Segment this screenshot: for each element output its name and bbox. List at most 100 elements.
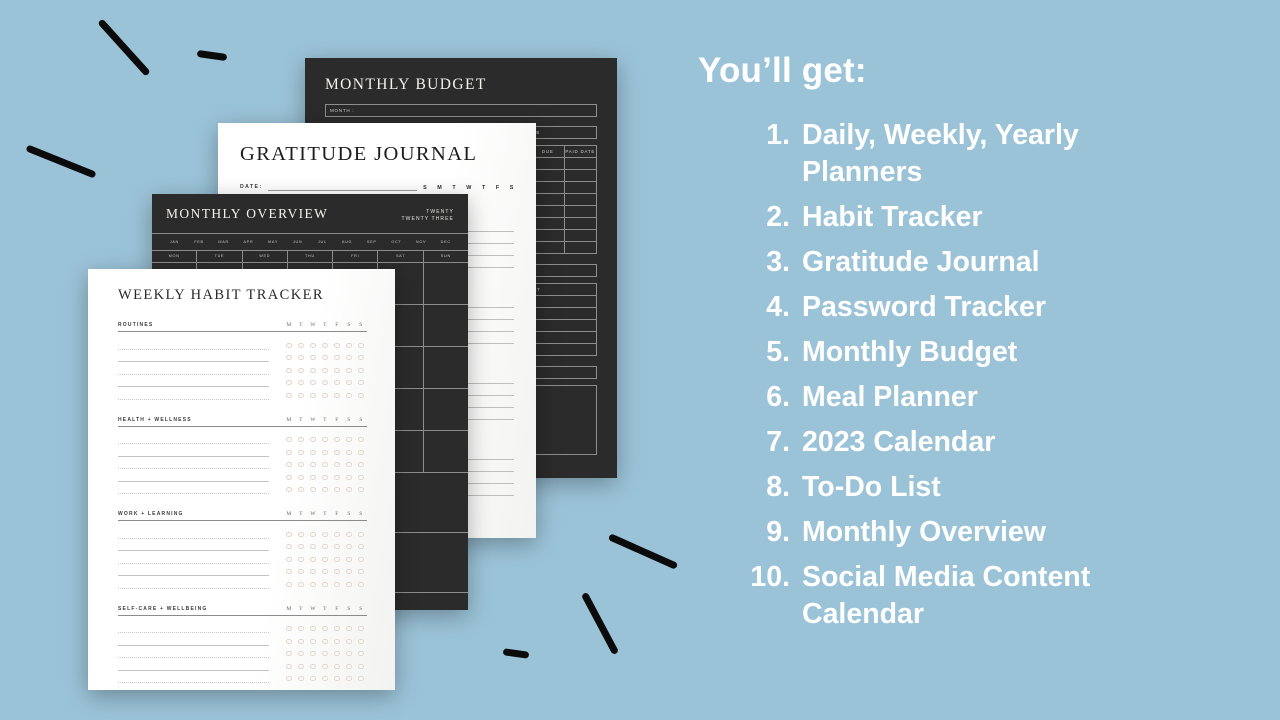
- habit-checkbox: [298, 531, 304, 537]
- day-initial: T: [299, 416, 303, 423]
- habit-checkbox: [286, 544, 292, 550]
- habit-checkbox: [310, 663, 316, 669]
- habit-checkbox-cell: [331, 581, 343, 587]
- habit-checkbox: [322, 676, 328, 682]
- habit-checkbox: [322, 342, 328, 348]
- habit-checkbox-cell: [283, 392, 295, 398]
- habit-checkbox-row: [283, 474, 367, 480]
- day-initial: S: [347, 416, 351, 423]
- habit-checkbox: [322, 487, 328, 493]
- calendar-day-cell: [424, 263, 468, 304]
- date-line: [268, 182, 418, 191]
- habit-checkbox-cell: [355, 626, 367, 632]
- benefit-list-item: 3. Gratitude Journal: [690, 244, 1250, 281]
- weekday-label: SAT: [378, 250, 424, 262]
- day-initial: F: [335, 605, 339, 612]
- habit-checkbox-cell: [307, 449, 319, 455]
- habit-checkbox-cell: [307, 638, 319, 644]
- table-column-header: PAID DATE: [565, 149, 596, 154]
- habit-checkbox: [310, 651, 316, 657]
- habit-checkbox: [286, 626, 292, 632]
- habit-row: [118, 339, 367, 352]
- habit-checkbox-row: [283, 544, 367, 550]
- habit-checkbox: [322, 437, 328, 443]
- habit-checkbox: [298, 487, 304, 493]
- habit-checkbox: [358, 342, 364, 348]
- benefit-number: 10.: [750, 560, 790, 593]
- day-initials-row: MTWTFSS: [283, 511, 367, 517]
- habit-checkbox: [298, 474, 304, 480]
- habit-checkbox: [310, 626, 316, 632]
- habit-checkbox: [310, 531, 316, 537]
- habit-checkbox-cell: [307, 544, 319, 550]
- habit-checkbox: [358, 569, 364, 575]
- benefit-list-item: 10. Social Media Content Calendar: [690, 559, 1250, 633]
- habit-checkbox-cell: [319, 581, 331, 587]
- habit-write-line: [118, 637, 269, 646]
- habit-checkbox: [322, 392, 328, 398]
- table-cell: [565, 182, 597, 193]
- habit-checkbox: [298, 651, 304, 657]
- habit-checkbox-cell: [343, 544, 355, 550]
- habit-rows: [118, 623, 367, 686]
- habit-checkbox: [310, 367, 316, 373]
- habit-section: WORK + LEARNING M T W T F S S: [118, 511, 367, 591]
- habit-checkbox: [310, 437, 316, 443]
- habit-checkbox: [346, 626, 352, 632]
- habit-checkbox-cell: [295, 531, 307, 537]
- habit-checkbox-cell: [331, 342, 343, 348]
- benefit-list-item: 6. Meal Planner: [690, 379, 1250, 416]
- habit-checkbox-cell: [307, 569, 319, 575]
- habit-checkbox-cell: [355, 556, 367, 562]
- benefit-list-item: 9. Monthly Overview: [690, 514, 1250, 551]
- habit-row: [118, 471, 367, 484]
- benefit-list-item: 8. To-Do List: [690, 469, 1250, 506]
- month-label: MAY: [268, 239, 279, 244]
- month-label: NOV: [415, 239, 427, 244]
- habit-checkbox-cell: [331, 651, 343, 657]
- month-label: AUG: [341, 239, 353, 244]
- habit-checkbox: [346, 581, 352, 587]
- habit-checkbox: [298, 392, 304, 398]
- habit-checkbox-cell: [283, 474, 295, 480]
- habit-checkbox-row: [283, 556, 367, 562]
- habit-row: [118, 352, 367, 365]
- habit-checkbox-cell: [295, 544, 307, 550]
- habit-checkbox: [286, 487, 292, 493]
- day-letter: W: [466, 185, 472, 191]
- habit-checkbox: [286, 638, 292, 644]
- benefit-number: 9.: [766, 515, 790, 548]
- habit-checkbox-cell: [283, 449, 295, 455]
- weekly-habit-tracker-title: WEEKLY HABIT TRACKER: [118, 287, 324, 303]
- habit-checkbox: [346, 544, 352, 550]
- habit-checkbox-cell: [331, 449, 343, 455]
- habit-checkbox-cell: [319, 676, 331, 682]
- habit-checkbox: [334, 437, 340, 443]
- table-cell: [565, 194, 597, 205]
- habit-checkbox: [286, 437, 292, 443]
- habit-checkbox: [310, 392, 316, 398]
- habit-checkbox-cell: [307, 626, 319, 632]
- table-cell: [532, 158, 565, 169]
- habit-checkbox: [286, 342, 292, 348]
- habit-checkbox: [346, 531, 352, 537]
- habit-checkbox-cell: [295, 355, 307, 361]
- habit-checkbox: [334, 449, 340, 455]
- habit-checkbox-cell: [307, 437, 319, 443]
- day-initial: S: [359, 605, 363, 612]
- habit-checkbox-cell: [355, 449, 367, 455]
- benefit-number: 3.: [766, 245, 790, 278]
- month-label: SEP: [366, 239, 377, 244]
- habit-checkbox-cell: [283, 676, 295, 682]
- month-label: MAR: [218, 239, 229, 244]
- habit-checkbox-cell: [283, 626, 295, 632]
- habit-checkbox: [298, 676, 304, 682]
- day-initial: F: [335, 416, 339, 423]
- habit-checkbox: [346, 355, 352, 361]
- day-letter: T: [452, 185, 457, 191]
- month-label: JAN: [169, 239, 179, 244]
- habit-checkbox: [334, 638, 340, 644]
- habit-checkbox: [298, 380, 304, 386]
- habit-checkbox-cell: [331, 531, 343, 537]
- benefit-label: Monthly Budget: [802, 335, 1018, 368]
